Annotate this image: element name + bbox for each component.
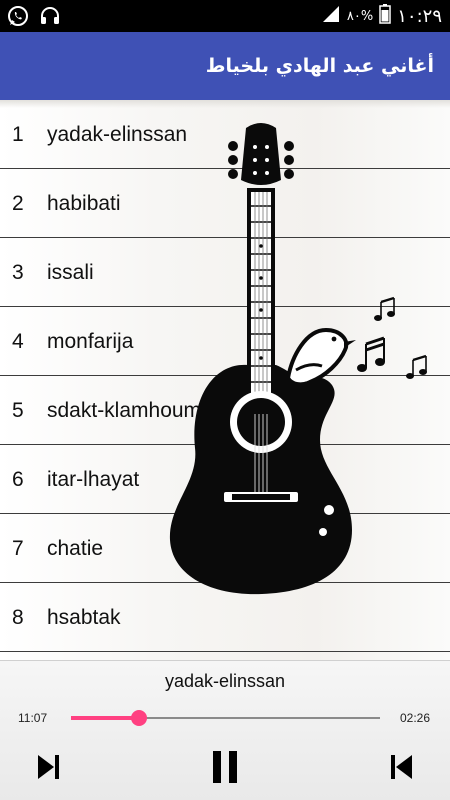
song-number: 4 (12, 330, 24, 353)
battery-percent: ٨٠% (346, 8, 374, 24)
now-playing-title: yadak-elinssan (164, 671, 286, 691)
next-button[interactable] (26, 747, 70, 791)
song-number: 5 (12, 399, 24, 422)
status-bar: ٨٠% ١٠:٢٩ (0, 0, 450, 32)
song-title: yadak-elinssan (47, 123, 188, 146)
next-icon (33, 752, 63, 786)
song-number: 7 (12, 537, 24, 560)
song-row[interactable]: 2 habibati (0, 169, 450, 238)
song-row[interactable]: 3 issali (0, 238, 450, 307)
status-time: ١٠:٢٩ (397, 5, 442, 27)
seek-progress (71, 716, 139, 720)
song-row[interactable]: 8 hsabtak (0, 583, 450, 652)
headset-icon (38, 4, 62, 32)
whatsapp-icon (6, 4, 30, 32)
song-number: 1 (12, 123, 24, 146)
current-time: 11:07 (18, 711, 48, 725)
song-number: 3 (12, 261, 24, 284)
song-row[interactable]: 6 itar-lhayat (0, 445, 450, 514)
song-number: 6 (12, 468, 24, 491)
music-player: yadak-elinssan 11:07 02:26 (0, 660, 450, 800)
app-bar: أغاني عبد الهادي بلخياط (0, 32, 450, 100)
song-title: monfarija (47, 330, 134, 353)
song-title: itar-lhayat (47, 468, 140, 491)
song-row[interactable]: 4 monfarija (0, 307, 450, 376)
song-row[interactable]: 7 chatie (0, 514, 450, 583)
seek-thumb[interactable] (130, 710, 147, 726)
song-title: chatie (47, 537, 104, 560)
song-title: issali (47, 261, 94, 284)
seek-bar[interactable] (71, 710, 380, 726)
song-list[interactable]: 1 yadak-elinssan 2 habibati 3 issali 4 m… (0, 100, 450, 660)
battery-icon (379, 4, 391, 28)
song-title: hsabtak (47, 606, 121, 629)
previous-button[interactable] (380, 747, 424, 791)
pause-icon (210, 750, 240, 788)
previous-icon (387, 752, 417, 786)
signal-icon (321, 4, 341, 28)
song-number: 8 (12, 606, 24, 629)
song-title: habibati (47, 192, 121, 215)
song-row[interactable]: 1 yadak-elinssan (0, 100, 450, 169)
app-title: أغاني عبد الهادي بلخياط (205, 55, 434, 77)
song-row[interactable]: 5 sdakt-klamhoum (0, 376, 450, 445)
pause-button[interactable] (203, 747, 247, 791)
total-time: 02:26 (399, 711, 430, 725)
song-number: 2 (12, 192, 24, 215)
song-title: sdakt-klamhoum (47, 399, 202, 422)
